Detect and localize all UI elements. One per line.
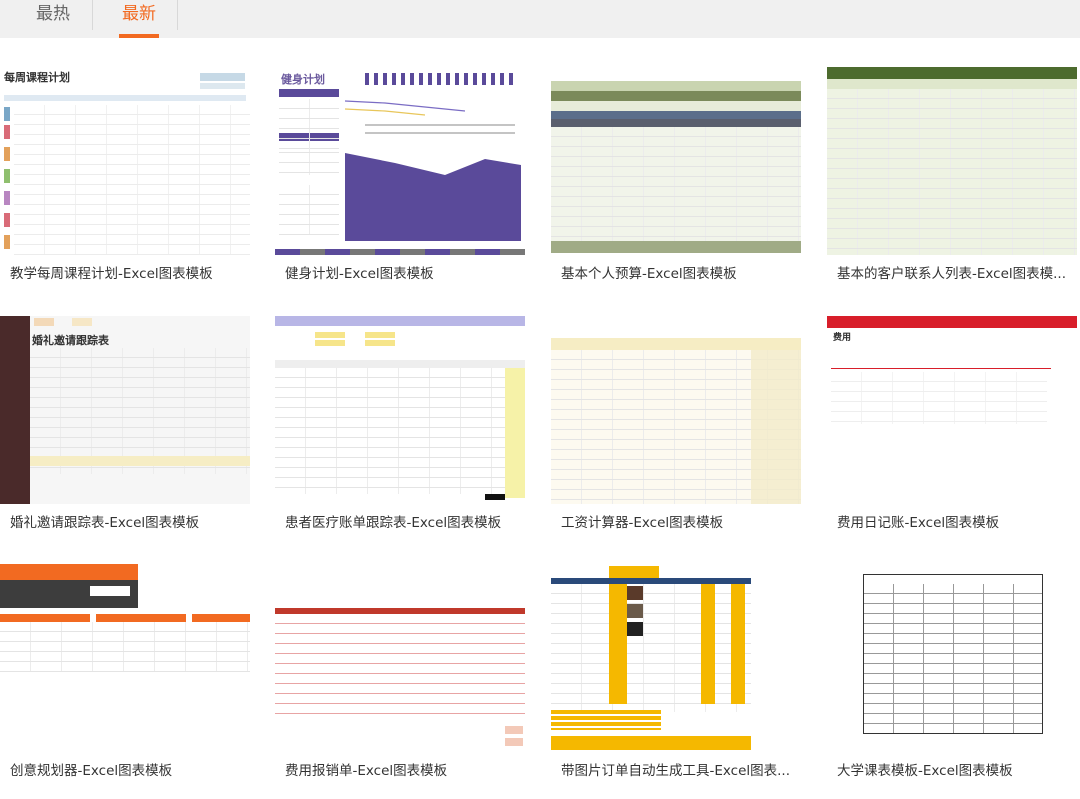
template-title: 健身计划-Excel图表模板 <box>285 266 434 282</box>
template-thumbnail <box>275 316 525 504</box>
tab-bar: 最热 最新 <box>0 0 1080 38</box>
template-title: 教学每周课程计划-Excel图表模板 <box>10 266 213 282</box>
template-card[interactable]: 工资计算器-Excel图表模板 <box>551 316 801 531</box>
template-thumbnail <box>0 564 250 752</box>
template-card[interactable]: 大学课表模板-Excel图表模板 <box>827 564 1077 779</box>
template-card[interactable]: 每周课程计划 教学每周课程计划-Excel图表模板 <box>0 67 250 282</box>
template-thumbnail <box>275 564 525 752</box>
tab-hottest[interactable]: 最热 <box>14 0 92 38</box>
tab-newest-label: 最新 <box>122 4 156 24</box>
template-card[interactable]: 费用报销单-Excel图表模板 <box>275 564 525 779</box>
line-chart-icon <box>345 100 521 241</box>
template-card[interactable]: 健身计划 健身计划-Excel图表模板 <box>275 67 525 282</box>
template-card[interactable]: 患者医疗账单跟踪表-Excel图表模板 <box>275 316 525 531</box>
template-title: 大学课表模板-Excel图表模板 <box>837 763 1013 779</box>
tab-divider <box>92 0 93 30</box>
template-card[interactable]: 婚礼邀请跟踪表 婚礼邀请跟踪表-Excel图表模板 <box>0 316 250 531</box>
template-thumbnail <box>827 564 1077 752</box>
template-thumbnail <box>827 67 1077 255</box>
template-card[interactable]: 基本的客户联系人列表-Excel图表模... <box>827 67 1077 282</box>
thumb-heading: 每周课程计划 <box>4 71 70 84</box>
template-title: 创意规划器-Excel图表模板 <box>10 763 173 779</box>
template-card[interactable]: 创意规划器-Excel图表模板 <box>0 564 250 779</box>
thumb-heading: 健身计划 <box>281 73 325 86</box>
thumb-heading: 婚礼邀请跟踪表 <box>32 334 109 347</box>
template-title: 基本个人预算-Excel图表模板 <box>561 266 737 282</box>
template-title: 费用报销单-Excel图表模板 <box>285 763 448 779</box>
template-thumbnail: 每周课程计划 <box>0 67 250 255</box>
tab-divider <box>177 0 178 30</box>
thumb-heading: 费用 <box>833 333 852 343</box>
template-thumbnail <box>551 564 801 752</box>
template-title: 婚礼邀请跟踪表-Excel图表模板 <box>10 515 200 531</box>
template-card[interactable]: 费用 费用日记账-Excel图表模板 <box>827 316 1077 531</box>
tab-newest[interactable]: 最新 <box>112 0 166 38</box>
active-tab-underline <box>119 34 159 38</box>
template-title: 基本的客户联系人列表-Excel图表模... <box>837 266 1067 282</box>
template-thumbnail: 婚礼邀请跟踪表 <box>0 316 250 504</box>
template-thumbnail: 健身计划 <box>275 67 525 255</box>
template-card[interactable]: 带图片订单自动生成工具-Excel图表... <box>551 564 801 779</box>
template-thumbnail: 费用 <box>827 316 1077 504</box>
template-card[interactable]: 基本个人预算-Excel图表模板 <box>551 67 801 282</box>
template-title: 工资计算器-Excel图表模板 <box>561 515 724 531</box>
template-title: 患者医疗账单跟踪表-Excel图表模板 <box>285 515 502 531</box>
template-title: 带图片订单自动生成工具-Excel图表... <box>561 763 791 779</box>
template-title: 费用日记账-Excel图表模板 <box>837 515 1000 531</box>
template-thumbnail <box>551 67 801 255</box>
template-thumbnail <box>551 316 801 504</box>
